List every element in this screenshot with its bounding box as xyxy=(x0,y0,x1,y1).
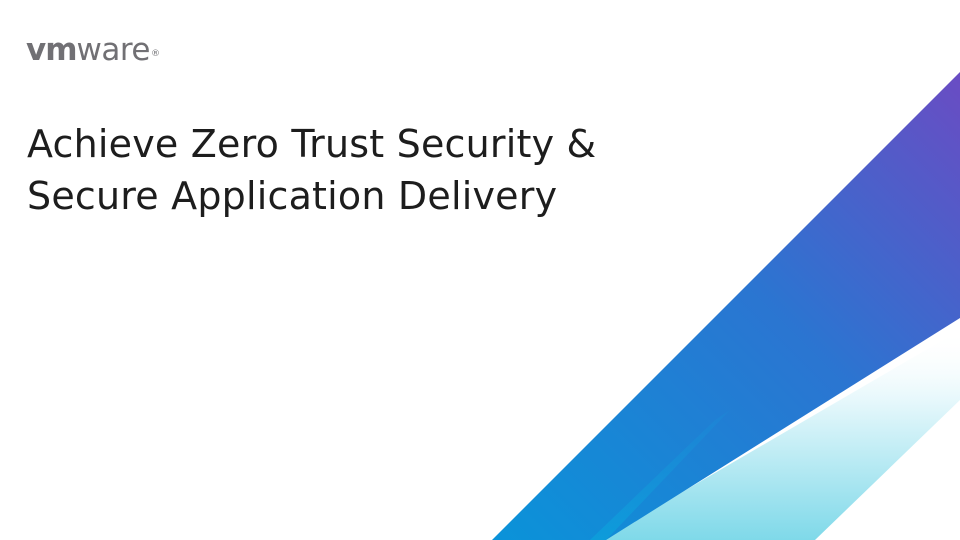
diagonal-bands-decoration xyxy=(492,72,960,540)
title-slide: vmware® Achieve Zero Trust Security & Se… xyxy=(0,0,960,540)
logo-vm-text: vm xyxy=(26,32,78,68)
slide-title: Achieve Zero Trust Security & Secure App… xyxy=(27,118,727,222)
slide-title-line-2: Secure Application Delivery xyxy=(27,174,558,218)
slide-title-line-1: Achieve Zero Trust Security & xyxy=(27,122,597,166)
vmware-logo: vmware® xyxy=(26,32,160,68)
logo-registered-mark: ® xyxy=(151,49,160,59)
logo-ware-text: ware xyxy=(76,32,151,68)
